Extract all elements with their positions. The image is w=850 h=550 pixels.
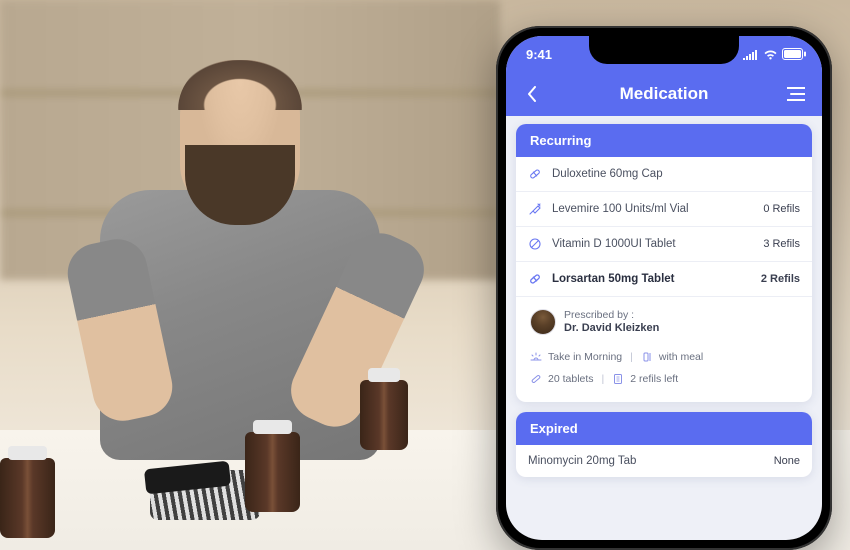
sunrise-icon	[530, 351, 542, 363]
medication-name: Lorsartan 50mg Tablet	[552, 273, 751, 285]
separator: |	[628, 351, 635, 363]
pill-bottle	[245, 432, 300, 512]
page-title: Medication	[544, 84, 784, 104]
medication-name: Levemire 100 Units/ml Vial	[552, 203, 753, 215]
capsule-icon	[528, 272, 542, 286]
medication-name: Vitamin D 1000UI Tablet	[552, 238, 753, 250]
meal-text: with meal	[659, 351, 703, 363]
recurring-header: Recurring	[516, 124, 812, 157]
menu-button[interactable]	[784, 82, 808, 106]
wifi-icon	[763, 49, 778, 60]
phone-notch	[589, 36, 739, 64]
quantity-text: 20 tablets	[548, 373, 594, 385]
expired-header: Expired	[516, 412, 812, 445]
pill-bottle	[0, 458, 55, 538]
pill-bottle	[360, 380, 408, 450]
signal-icon	[743, 49, 759, 60]
title-bar: Medication	[506, 72, 822, 116]
prescriber-row: Prescribed by : Dr. David Kleizken	[528, 305, 800, 346]
expired-card: Expired Minomycin 20mg Tab None	[516, 412, 812, 477]
doctor-name: Dr. David Kleizken	[564, 322, 659, 336]
tablet-icon	[528, 237, 542, 251]
medication-row-selected[interactable]: Lorsartan 50mg Tablet 2 Refils	[516, 262, 812, 297]
timing-line: Take in Morning | with meal	[528, 346, 800, 368]
timing-text: Take in Morning	[548, 351, 622, 363]
medication-name: Duloxetine 60mg Cap	[552, 168, 790, 180]
battery-icon	[782, 48, 806, 60]
medication-refills: 3 Refils	[763, 238, 800, 250]
phone-screen: 9:41 Medication	[506, 36, 822, 540]
refill-icon	[612, 373, 624, 385]
medication-row[interactable]: Vitamin D 1000UI Tablet 3 Refils	[516, 227, 812, 262]
quantity-line: 20 tablets | 2 refils left	[528, 368, 800, 390]
refills-left-text: 2 refils left	[630, 373, 678, 385]
pill-icon	[530, 373, 542, 385]
prescribed-by-label: Prescribed by :	[564, 309, 659, 322]
scroll-content[interactable]: Recurring Duloxetine 60mg Cap Levemire 1…	[506, 116, 822, 495]
medication-row[interactable]: Minomycin 20mg Tab None	[516, 445, 812, 477]
status-time: 9:41	[526, 47, 552, 62]
doctor-avatar	[530, 309, 556, 335]
medication-name: Minomycin 20mg Tab	[528, 455, 764, 467]
medication-refills: None	[774, 455, 800, 467]
medication-refills: 0 Refils	[763, 203, 800, 215]
medication-row[interactable]: Duloxetine 60mg Cap	[516, 157, 812, 192]
syringe-icon	[528, 202, 542, 216]
capsule-icon	[528, 167, 542, 181]
back-button[interactable]	[520, 82, 544, 106]
phone-device-frame: 9:41 Medication	[496, 26, 832, 550]
recurring-card: Recurring Duloxetine 60mg Cap Levemire 1…	[516, 124, 812, 402]
medication-refills: 2 Refils	[761, 273, 800, 285]
medication-detail: Prescribed by : Dr. David Kleizken Take …	[516, 297, 812, 402]
medication-row[interactable]: Levemire 100 Units/ml Vial 0 Refils	[516, 192, 812, 227]
separator: |	[600, 373, 607, 385]
man-figure	[80, 60, 400, 480]
meal-icon	[641, 351, 653, 363]
